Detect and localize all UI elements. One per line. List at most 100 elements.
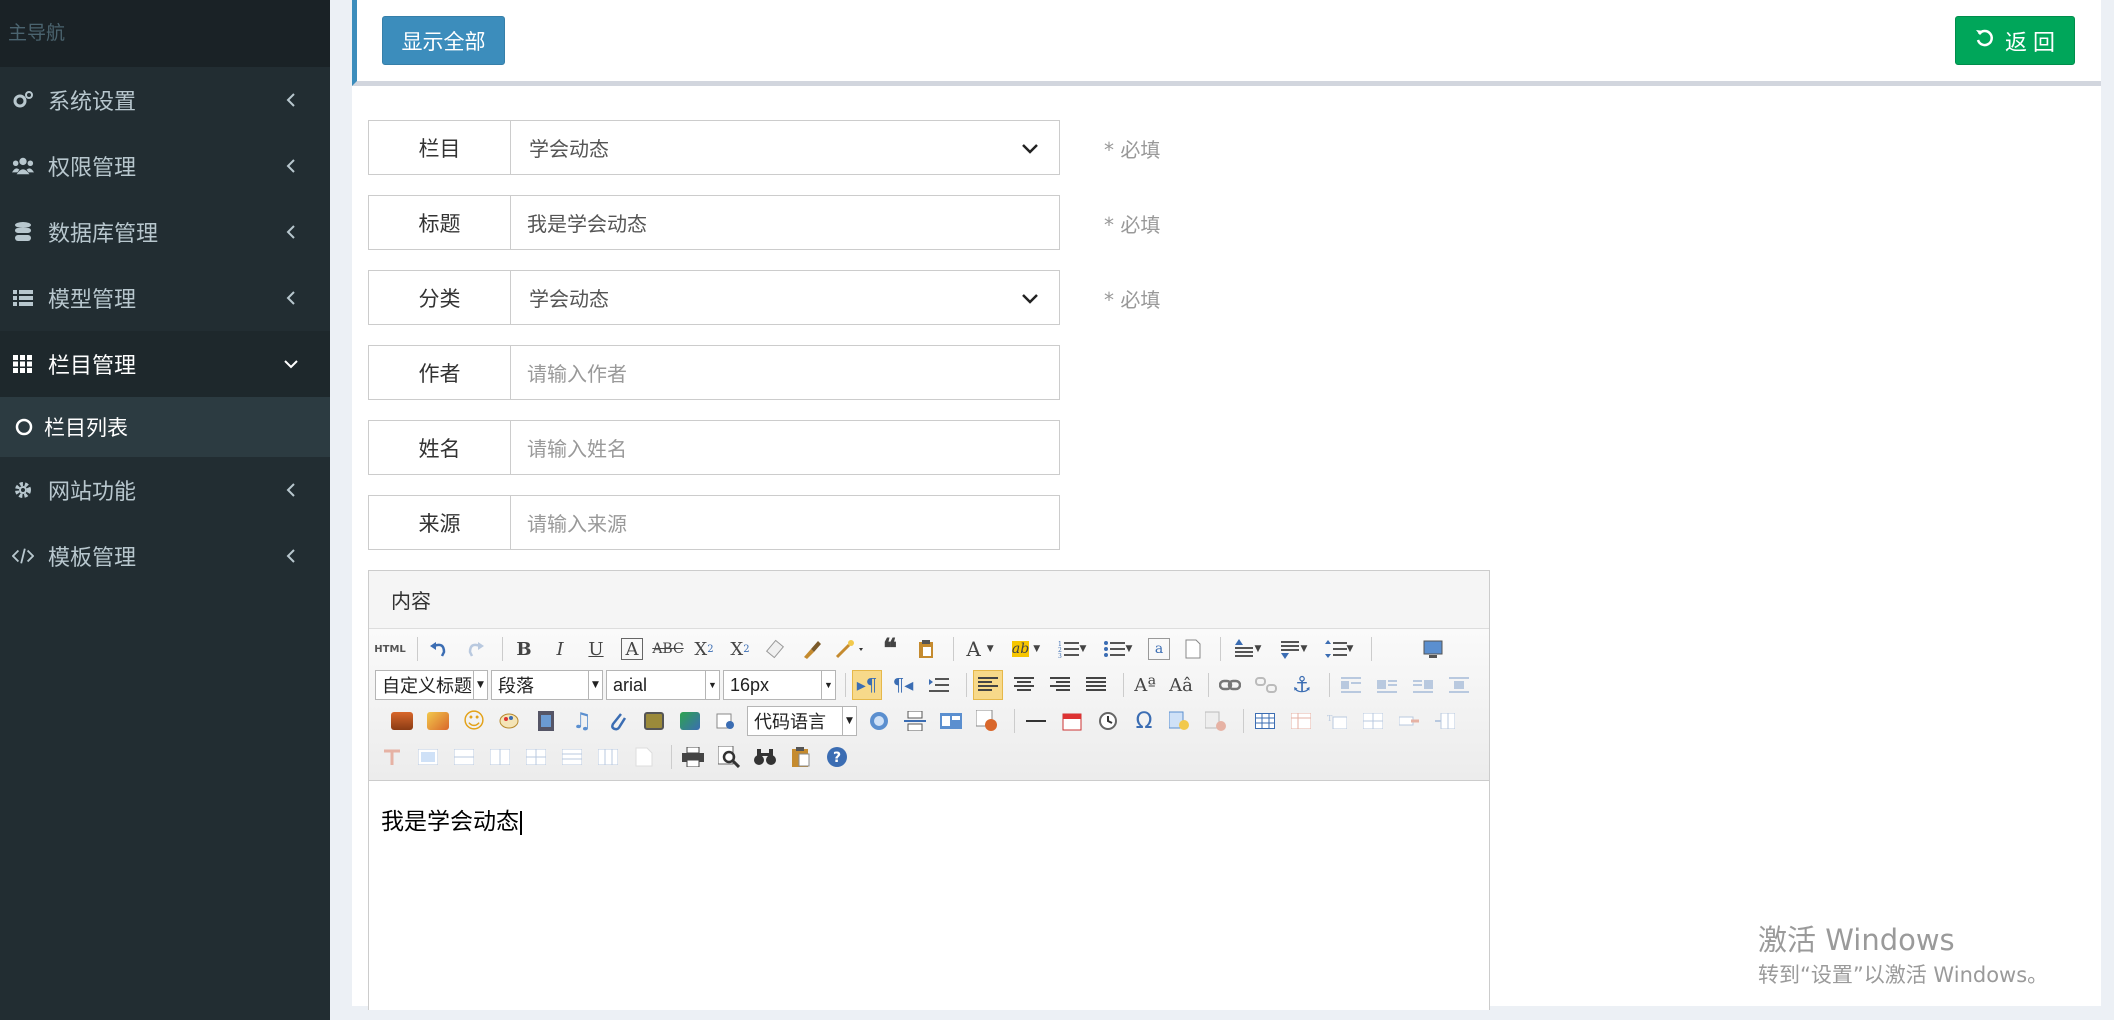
clear-doc-icon[interactable] xyxy=(1178,634,1208,664)
merge-down-icon[interactable] xyxy=(485,742,515,772)
show-all-button[interactable]: 显示全部 xyxy=(382,16,505,65)
sidebar-item-templates[interactable]: 模板管理 xyxy=(0,523,330,589)
superscript-icon[interactable]: X2 xyxy=(689,634,719,664)
special-char-icon[interactable]: Ω xyxy=(1129,706,1159,736)
sidebar-item-site-functions[interactable]: 网站功能 xyxy=(0,457,330,523)
code-language-select[interactable]: 代码语言 ▼ xyxy=(747,706,857,736)
align-justify-icon[interactable] xyxy=(1081,670,1111,700)
anchor-icon[interactable]: ⚓ xyxy=(1287,670,1317,700)
ltr-direction-icon[interactable]: ▸¶ xyxy=(852,670,882,700)
merge-right-icon[interactable] xyxy=(449,742,479,772)
paste-plain-icon[interactable] xyxy=(911,634,941,664)
print-icon[interactable] xyxy=(678,742,708,772)
wordimage-icon[interactable] xyxy=(711,706,741,736)
category-select[interactable]: 学会动态 xyxy=(511,270,1060,325)
delete-col-icon[interactable] xyxy=(377,742,407,772)
author-input[interactable]: 请输入作者 xyxy=(511,345,1060,400)
insert-time-icon[interactable] xyxy=(1093,706,1123,736)
horizontal-rule-icon[interactable] xyxy=(1021,706,1051,736)
insert-col-icon[interactable] xyxy=(1430,706,1460,736)
sidebar-item-system-settings[interactable]: 系统设置 xyxy=(0,67,330,133)
preview-icon[interactable] xyxy=(714,742,744,772)
insert-date-icon[interactable] xyxy=(1057,706,1087,736)
row-spacing-top-icon[interactable]: ▼ xyxy=(1227,634,1267,664)
row-spacing-bottom-icon[interactable]: ▼ xyxy=(1273,634,1313,664)
eraser-icon[interactable] xyxy=(761,634,791,664)
background-icon[interactable] xyxy=(972,706,1002,736)
anchor-text-icon[interactable]: a xyxy=(1148,638,1170,660)
align-left-icon[interactable] xyxy=(973,670,1003,700)
insert-image-icon[interactable] xyxy=(423,706,453,736)
image-float-none-icon[interactable] xyxy=(1336,670,1366,700)
name-input[interactable]: 请输入姓名 xyxy=(511,420,1060,475)
split-to-cols-icon[interactable] xyxy=(593,742,623,772)
insert-layout-icon[interactable] xyxy=(936,706,966,736)
google-map-icon[interactable] xyxy=(675,706,705,736)
insert-table-icon[interactable] xyxy=(1250,706,1280,736)
align-right-icon[interactable] xyxy=(1045,670,1075,700)
search-icon[interactable] xyxy=(750,742,780,772)
sidebar-item-database[interactable]: 数据库管理 xyxy=(0,199,330,265)
editor-content-area[interactable]: 我是学会动态 xyxy=(369,782,1489,1010)
sidebar-subitem-column-list[interactable]: 栏目列表 xyxy=(0,397,330,457)
italic-icon[interactable]: I xyxy=(545,634,575,664)
heading-select[interactable]: 自定义标题 ▼ xyxy=(375,670,488,700)
page-break-icon[interactable] xyxy=(900,706,930,736)
back-button[interactable]: 返 回 xyxy=(1955,16,2075,65)
template-icon[interactable] xyxy=(864,706,894,736)
format-brush-icon[interactable] xyxy=(797,634,827,664)
rtl-direction-icon[interactable]: ¶◂ xyxy=(888,670,918,700)
attachment-icon[interactable] xyxy=(603,706,633,736)
align-center-icon[interactable] xyxy=(1009,670,1039,700)
image-float-left-icon[interactable] xyxy=(1372,670,1402,700)
undo-icon[interactable] xyxy=(424,634,454,664)
delete-row-icon[interactable] xyxy=(1394,706,1424,736)
strikethrough-icon[interactable]: ABC xyxy=(652,634,683,664)
title-input[interactable]: 我是学会动态 xyxy=(511,195,1060,250)
sidebar-item-permissions[interactable]: 权限管理 xyxy=(0,133,330,199)
redo-icon[interactable] xyxy=(460,634,490,664)
preview-monitor-icon[interactable] xyxy=(1418,634,1448,664)
help-icon[interactable]: ? xyxy=(822,742,852,772)
uppercase-icon[interactable]: Aª xyxy=(1130,670,1160,700)
music-icon[interactable]: ♫ xyxy=(567,706,597,736)
auto-format-icon[interactable] xyxy=(833,634,869,664)
spell-check-icon[interactable] xyxy=(1201,706,1231,736)
insert-paragraph-before-table-icon[interactable]: T xyxy=(1322,706,1352,736)
link-icon[interactable] xyxy=(1215,670,1245,700)
subscript-icon[interactable]: X2 xyxy=(725,634,755,664)
source-input[interactable]: 请输入来源 xyxy=(511,495,1060,550)
split-to-cells-icon[interactable] xyxy=(521,742,551,772)
indent-icon[interactable] xyxy=(924,670,954,700)
search-replace-icon[interactable] xyxy=(1165,706,1195,736)
bold-icon[interactable]: B xyxy=(509,634,539,664)
line-height-icon[interactable]: ▼ xyxy=(1319,634,1359,664)
unordered-list-icon[interactable]: ▼ xyxy=(1098,634,1138,664)
image-center-icon[interactable] xyxy=(1444,670,1474,700)
font-size-select[interactable]: 16px ▼ xyxy=(723,670,836,700)
simple-upload-icon[interactable] xyxy=(387,706,417,736)
column-select[interactable]: 学会动态 xyxy=(511,120,1060,175)
html-source-button[interactable]: HTML xyxy=(374,634,406,664)
highlight-color-icon[interactable]: ab ▼ xyxy=(1006,634,1046,664)
underline-icon[interactable]: U xyxy=(581,634,611,664)
lowercase-icon[interactable]: Aâ xyxy=(1166,670,1196,700)
ordered-list-icon[interactable]: 1 2 3 ▼ xyxy=(1052,634,1092,664)
merge-cells-icon[interactable] xyxy=(413,742,443,772)
insert-row-icon[interactable] xyxy=(1358,706,1388,736)
unlink-icon[interactable] xyxy=(1251,670,1281,700)
split-to-rows-icon[interactable] xyxy=(557,742,587,772)
insert-frame-icon[interactable] xyxy=(639,706,669,736)
drafts-icon[interactable] xyxy=(786,742,816,772)
chart-icon[interactable] xyxy=(629,742,659,772)
sidebar-item-columns[interactable]: 栏目管理 xyxy=(0,331,330,397)
insert-video-icon[interactable] xyxy=(531,706,561,736)
paragraph-select[interactable]: 段落 ▼ xyxy=(491,670,603,700)
image-float-right-icon[interactable] xyxy=(1408,670,1438,700)
font-border-icon[interactable]: A xyxy=(621,638,643,660)
sidebar-item-models[interactable]: 模型管理 xyxy=(0,265,330,331)
font-family-select[interactable]: arial ▼ xyxy=(606,670,720,700)
blockquote-icon[interactable]: ❝ xyxy=(875,634,905,664)
emotion-icon[interactable]: ☺ xyxy=(459,706,489,736)
delete-table-icon[interactable] xyxy=(1286,706,1316,736)
